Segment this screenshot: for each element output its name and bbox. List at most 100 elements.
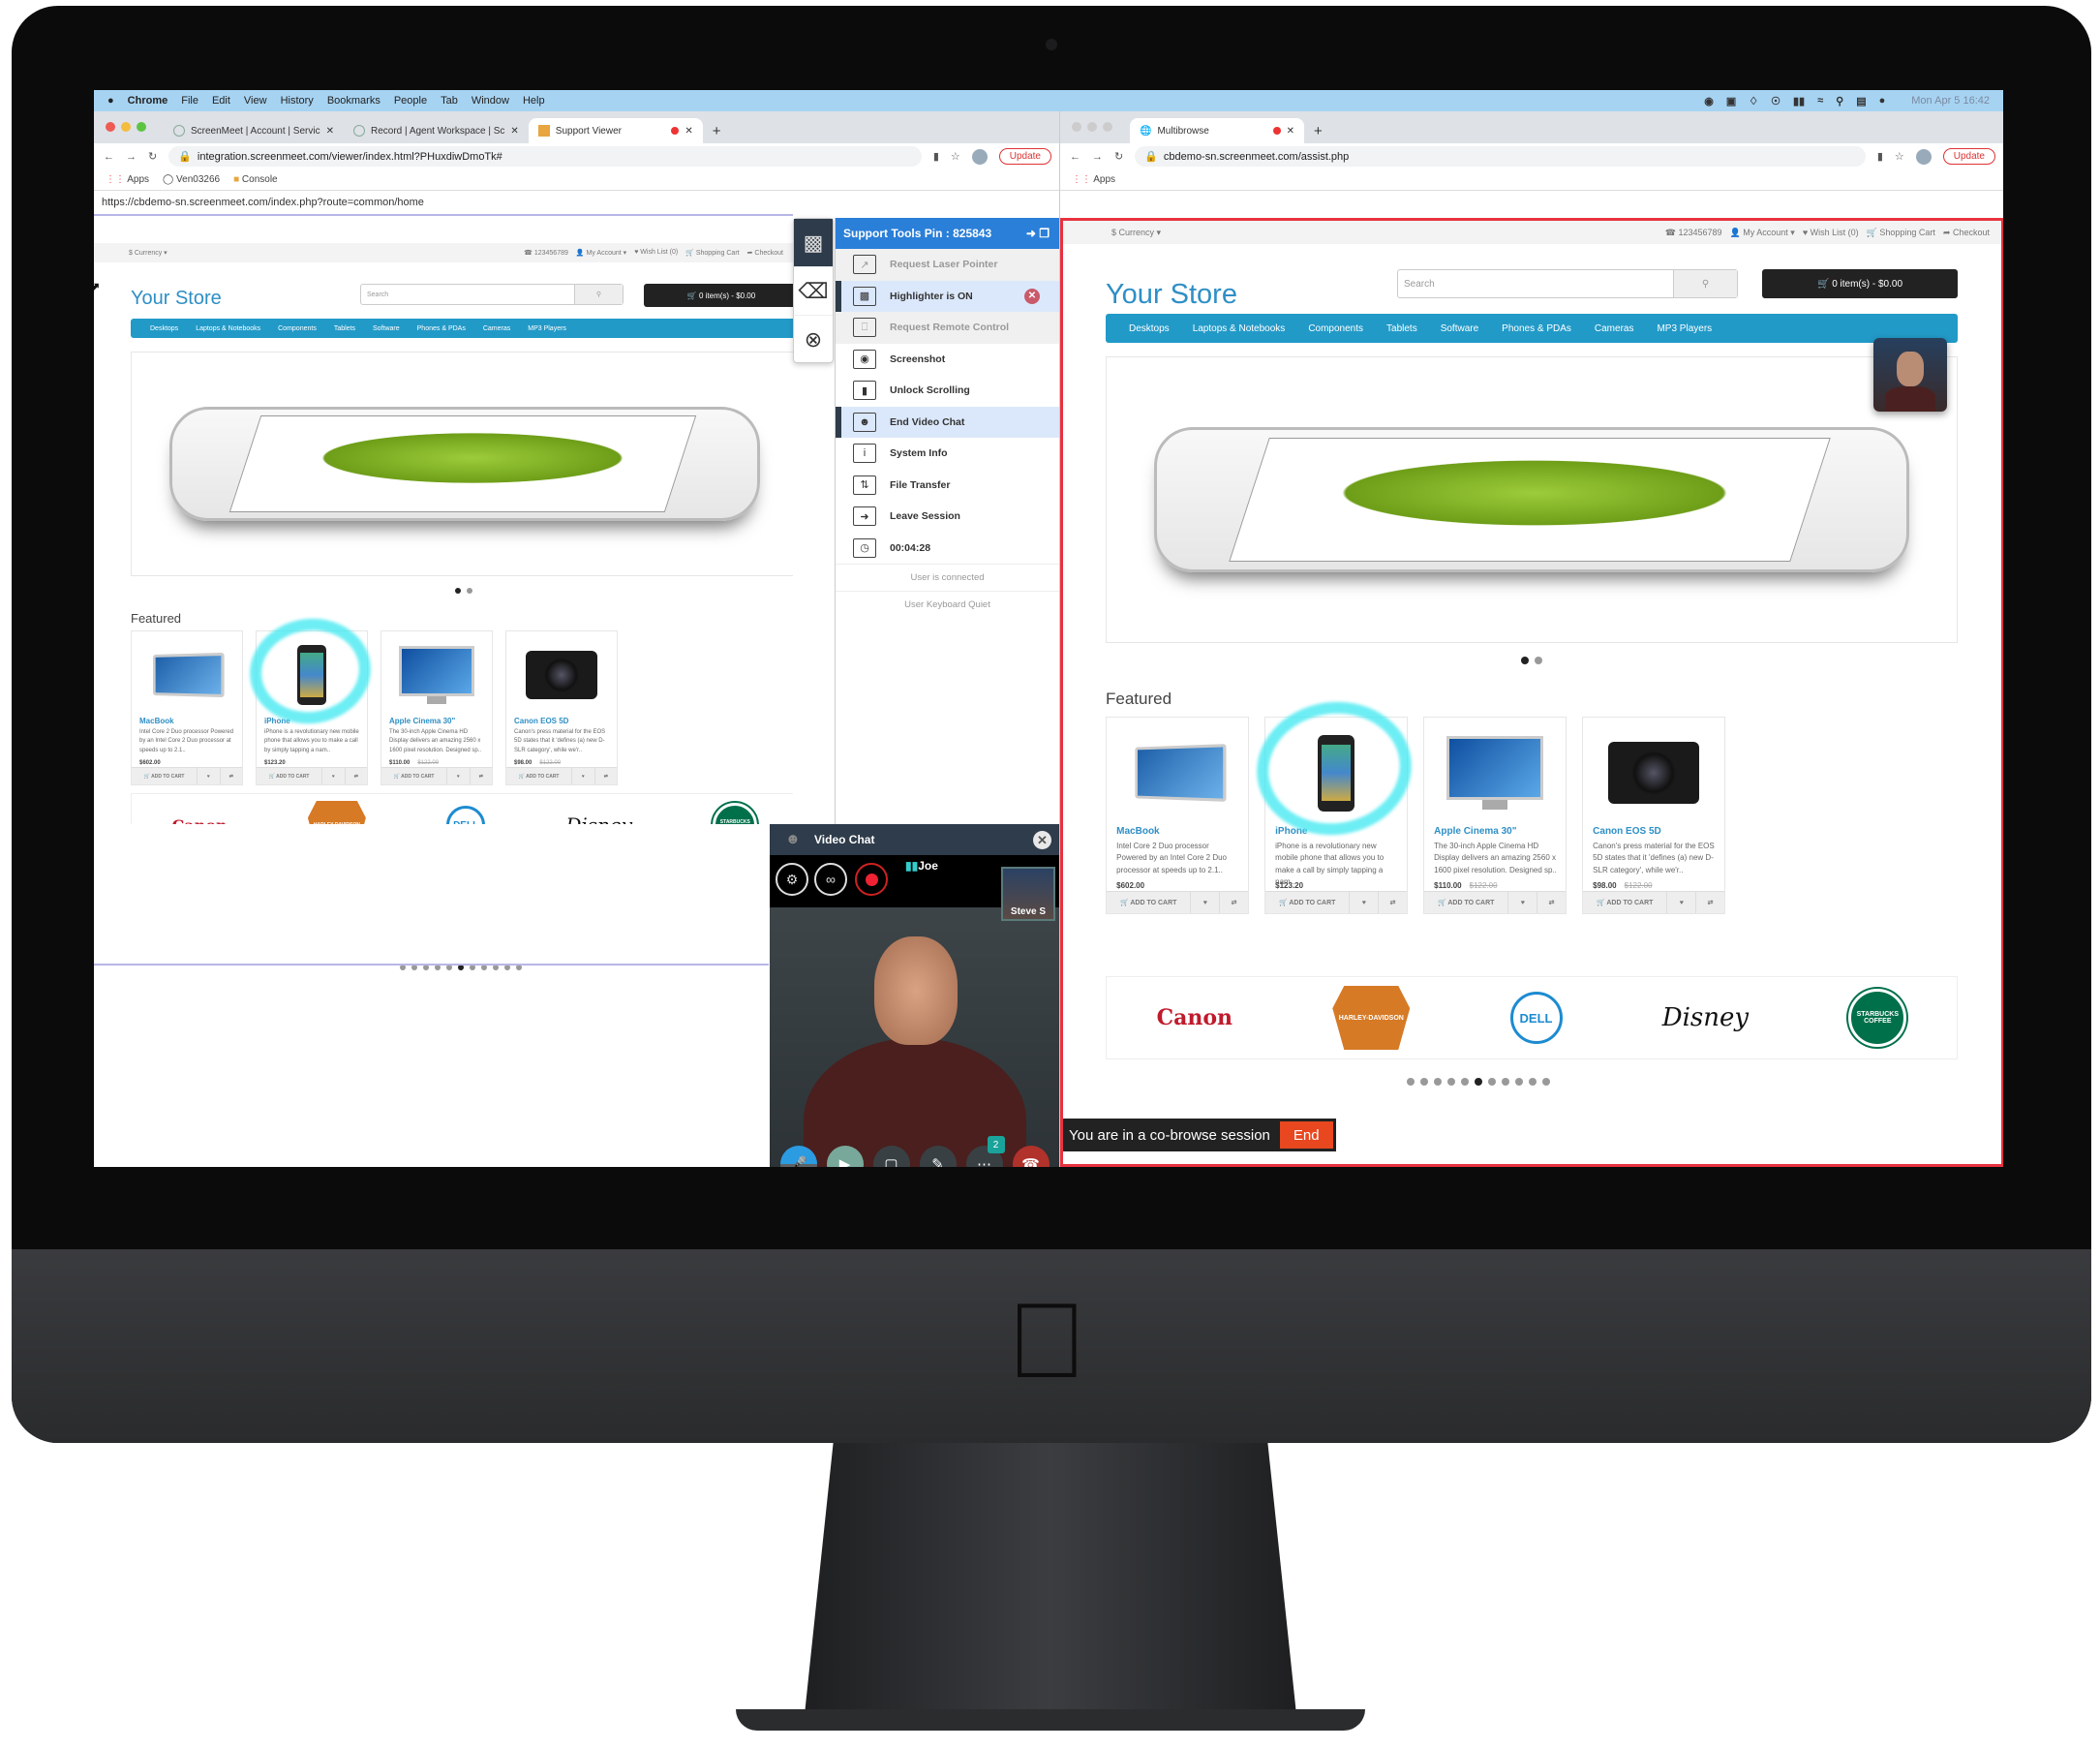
wish-list-link[interactable]: ♥ Wish List (0) xyxy=(634,249,678,257)
end-cobrowse-button[interactable]: End xyxy=(1279,1121,1333,1149)
brand-dot[interactable] xyxy=(1461,1078,1469,1086)
wish-list-link[interactable]: ♥ Wish List (0) xyxy=(1803,228,1859,238)
compare-icon[interactable]: ⇄ xyxy=(1537,892,1566,913)
close-window-button[interactable] xyxy=(106,122,115,132)
menu-window[interactable]: Window xyxy=(472,95,509,107)
url-input[interactable]: 🔒 cbdemo-sn.screenmeet.com/assist.php xyxy=(1135,146,1866,167)
menu-view[interactable]: View xyxy=(244,95,267,107)
hero-dot[interactable] xyxy=(1521,657,1529,664)
brand-dot[interactable] xyxy=(1407,1078,1415,1086)
hero-dot[interactable] xyxy=(467,588,472,594)
brand-disney[interactable]: Disney xyxy=(1662,1003,1749,1032)
product-image-camera[interactable] xyxy=(506,637,617,713)
product-name[interactable]: MacBook xyxy=(1116,826,1159,837)
shopping-cart-link[interactable]: 🛒 Shopping Cart xyxy=(685,249,739,257)
camera-indicator-icon[interactable]: ▮ xyxy=(933,150,939,163)
cart-button[interactable]: 🛒 0 item(s) - $0.00 xyxy=(1762,269,1958,298)
brand-starbucks[interactable]: STARBUCKS COFFEE xyxy=(1848,989,1907,1047)
wishlist-heart-icon[interactable]: ♥ xyxy=(1350,892,1380,913)
tool-screenshot[interactable]: ◉ Screenshot xyxy=(836,344,1059,376)
search-icon[interactable]: ⚲ xyxy=(1836,95,1843,107)
product-image-monitor[interactable] xyxy=(381,637,492,713)
nav-software[interactable]: Software xyxy=(1441,323,1478,334)
wishlist-heart-icon[interactable]: ♥ xyxy=(322,768,346,784)
new-tab-button[interactable]: + xyxy=(1304,118,1332,143)
brand-dot[interactable] xyxy=(1420,1078,1428,1086)
hang-up-button[interactable]: ☎ xyxy=(1012,1146,1050,1167)
menu-app[interactable]: Chrome xyxy=(128,95,168,107)
add-to-cart-button[interactable]: 🛒 ADD TO CART xyxy=(1265,892,1351,913)
search-button[interactable]: ⚲ xyxy=(1673,270,1737,297)
update-button[interactable]: Update xyxy=(998,148,1051,165)
bookmark-star-icon[interactable]: ☆ xyxy=(1895,150,1904,163)
record-button[interactable] xyxy=(855,863,888,896)
tool-system-info[interactable]: i System Info xyxy=(836,438,1059,470)
currency-dropdown[interactable]: $ Currency ▾ xyxy=(1111,228,1161,238)
add-to-cart-button[interactable]: 🛒 ADD TO CART xyxy=(132,768,198,784)
close-video-chat-button[interactable]: ✕ xyxy=(1033,831,1051,849)
search-input[interactable]: Search xyxy=(361,285,574,304)
forward-icon[interactable]: → xyxy=(1092,151,1103,163)
close-tab-icon[interactable]: ✕ xyxy=(1287,126,1294,137)
tool-highlighter-is-on[interactable]: ▩ Highlighter is ON ✕ xyxy=(836,280,1059,312)
highlighter-tool-icon[interactable]: ▩ xyxy=(794,219,833,267)
minimize-window-button[interactable] xyxy=(1087,122,1097,132)
nav-phones[interactable]: Phones & PDAs xyxy=(417,325,466,332)
tab-support-viewer[interactable]: Support Viewer ✕ xyxy=(528,118,703,143)
brand-canon[interactable]: Canon xyxy=(172,816,228,825)
compare-icon[interactable]: ⇄ xyxy=(221,768,242,784)
nav-phones[interactable]: Phones & PDAs xyxy=(1502,323,1571,334)
hero-slideshow[interactable] xyxy=(131,352,793,576)
control-center-icon[interactable]: ▤ xyxy=(1856,95,1866,107)
compare-icon[interactable]: ⇄ xyxy=(1696,892,1724,913)
camera-indicator-icon[interactable]: ▮ xyxy=(1877,150,1883,163)
tool-leave-session[interactable]: ➜ Leave Session xyxy=(836,501,1059,533)
brand-harley[interactable]: HARLEY-DAVIDSON xyxy=(1332,986,1411,1050)
product-image-laptop[interactable] xyxy=(132,637,242,713)
settings-gear-icon[interactable]: ⚙ xyxy=(776,863,808,896)
nav-cameras[interactable]: Cameras xyxy=(1595,323,1634,334)
reload-icon[interactable]: ↻ xyxy=(148,150,157,163)
menu-help[interactable]: Help xyxy=(523,95,545,107)
brand-disney[interactable]: Disney xyxy=(565,813,632,824)
menu-bookmarks[interactable]: Bookmarks xyxy=(327,95,380,107)
wishlist-heart-icon[interactable]: ♥ xyxy=(1191,892,1221,913)
bookmark-console[interactable]: ■ Console xyxy=(233,174,278,185)
eraser-icon[interactable]: ⌫ xyxy=(794,267,833,316)
back-icon[interactable]: ← xyxy=(1070,151,1080,163)
hero-slideshow[interactable] xyxy=(1106,338,1958,643)
store-logo[interactable]: Your Store xyxy=(1106,279,1237,311)
nav-laptops[interactable]: Laptops & Notebooks xyxy=(196,325,260,332)
brand-dot[interactable] xyxy=(1488,1078,1496,1086)
nav-mp3[interactable]: MP3 Players xyxy=(528,325,566,332)
brand-dot[interactable] xyxy=(1529,1078,1537,1086)
nav-desktops[interactable]: Desktops xyxy=(150,325,178,332)
wishlist-heart-icon[interactable]: ♥ xyxy=(1508,892,1538,913)
product-name[interactable]: Apple Cinema 30" xyxy=(1434,826,1516,837)
brand-dell[interactable]: DELL xyxy=(1509,992,1563,1044)
menubar-clock[interactable]: Mon Apr 5 16:42 xyxy=(1911,95,1990,107)
minimize-window-button[interactable] xyxy=(121,122,131,132)
nav-cameras[interactable]: Cameras xyxy=(483,325,510,332)
tool-request-remote-control[interactable]: ⎕ Request Remote Control xyxy=(836,312,1059,344)
bookmark-star-icon[interactable]: ☆ xyxy=(951,150,960,163)
add-to-cart-button[interactable]: 🛒 ADD TO CART xyxy=(1424,892,1509,913)
phone-link[interactable]: ☎ 123456789 xyxy=(1665,228,1722,238)
brand-harley[interactable]: HARLEY-DAVIDSON xyxy=(307,801,366,824)
hero-dot[interactable] xyxy=(455,588,461,594)
tool-request-laser-pointer[interactable]: ↗ Request Laser Pointer xyxy=(836,249,1059,281)
close-tab-icon[interactable]: ✕ xyxy=(685,126,692,137)
brand-dot[interactable] xyxy=(1475,1078,1482,1086)
hero-dot[interactable] xyxy=(1535,657,1542,664)
forward-icon[interactable]: → xyxy=(126,151,137,163)
brand-canon[interactable]: Canon xyxy=(1157,1005,1233,1030)
menu-history[interactable]: History xyxy=(281,95,314,107)
compare-icon[interactable]: ⇄ xyxy=(595,768,617,784)
compare-icon[interactable]: ⇄ xyxy=(1379,892,1407,913)
currency-dropdown[interactable]: $ Currency ▾ xyxy=(129,249,167,257)
nav-components[interactable]: Components xyxy=(1308,323,1363,334)
annotate-pen-button[interactable]: ✎ xyxy=(919,1146,957,1167)
brand-dot[interactable] xyxy=(1542,1078,1550,1086)
menu-edit[interactable]: Edit xyxy=(212,95,230,107)
menu-file[interactable]: File xyxy=(181,95,198,107)
